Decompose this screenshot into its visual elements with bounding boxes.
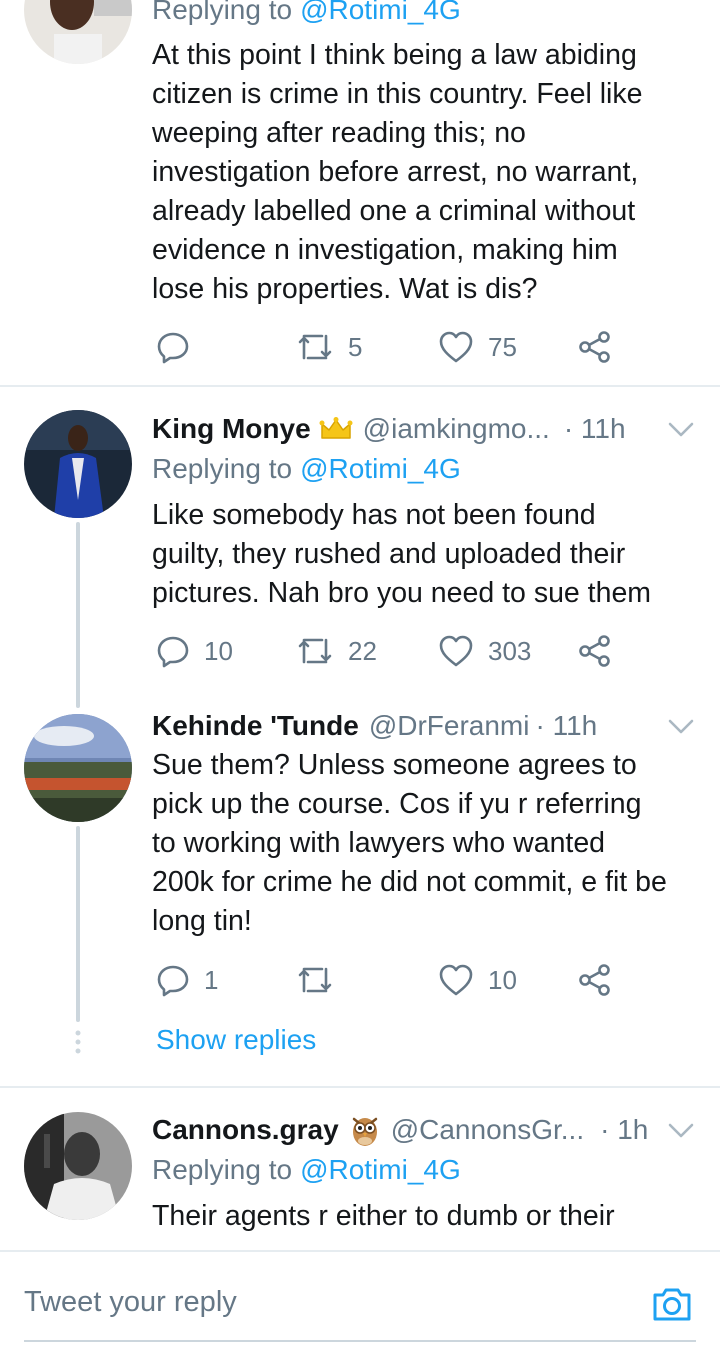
- share-button[interactable]: [578, 958, 626, 1002]
- thread-line: [76, 522, 80, 708]
- thread-line: [76, 826, 80, 1022]
- owl-icon: [351, 1113, 379, 1147]
- tweet-text: Sue them? Unless someone agrees to pick …: [152, 749, 667, 937]
- reply-icon: [157, 332, 189, 364]
- avatar[interactable]: [24, 1112, 132, 1220]
- mention-link[interactable]: @Rotimi_4G: [300, 1154, 461, 1185]
- replying-to: Replying to @Rotimi_4G: [152, 0, 461, 26]
- reply-count: 10: [204, 635, 233, 666]
- retweet-icon: [298, 967, 332, 993]
- tweet-text: Like somebody has not been found guilty,…: [152, 499, 652, 609]
- reply-count: 1: [204, 964, 219, 995]
- replying-to: Replying to @Rotimi_4G: [152, 453, 461, 485]
- timestamp: · 11h: [563, 413, 626, 444]
- tweet-text: Their agents r either to dumb or their: [152, 1200, 615, 1232]
- reply-button[interactable]: 10: [156, 629, 233, 673]
- retweet-button[interactable]: 5: [296, 325, 362, 369]
- reply-placeholder: Tweet your reply: [24, 1286, 237, 1318]
- share-icon: [579, 635, 610, 667]
- retweet-button[interactable]: [296, 958, 348, 1002]
- replying-label: Replying to: [152, 453, 293, 484]
- replying-label: Replying to: [152, 1154, 293, 1185]
- camera-icon[interactable]: [650, 1282, 694, 1326]
- divider: [0, 1086, 720, 1088]
- like-count: 10: [488, 964, 517, 995]
- reply-button[interactable]: 1: [156, 958, 218, 1002]
- share-button[interactable]: [578, 325, 626, 369]
- display-name[interactable]: King Monye: [152, 413, 311, 445]
- display-name[interactable]: Kehinde 'Tunde: [152, 710, 359, 742]
- like-button[interactable]: 10: [438, 958, 517, 1002]
- retweet-count: 22: [348, 635, 377, 666]
- mention-link[interactable]: @Rotimi_4G: [300, 0, 461, 25]
- show-replies-link[interactable]: Show replies: [156, 1024, 316, 1056]
- retweet-icon: [298, 638, 332, 664]
- reply-button[interactable]: [156, 325, 204, 369]
- tweet-actions: 10 22 303: [152, 629, 632, 673]
- retweet-icon: [298, 334, 332, 360]
- share-icon: [579, 964, 610, 996]
- avatar[interactable]: [24, 0, 132, 64]
- avatar[interactable]: [24, 410, 132, 518]
- like-count: 303: [488, 635, 532, 666]
- heart-icon: [439, 635, 473, 667]
- tweet-header: Kehinde 'Tunde @DrFeranmi · 11h: [152, 707, 597, 745]
- handle[interactable]: @DrFeranmi: [369, 710, 530, 742]
- timestamp: · 1h: [600, 1114, 649, 1145]
- replying-label: Replying to: [152, 0, 293, 25]
- chevron-down-icon[interactable]: [664, 711, 698, 741]
- like-button[interactable]: 303: [438, 629, 531, 673]
- share-button[interactable]: [578, 629, 626, 673]
- tweet-actions: 5 75: [152, 325, 632, 369]
- tweet-text: At this point I think being a law abidin…: [152, 39, 643, 305]
- chevron-down-icon[interactable]: [664, 1115, 698, 1145]
- mention-link[interactable]: @Rotimi_4G: [300, 453, 461, 484]
- handle[interactable]: @iamkingmo...: [363, 413, 550, 445]
- reply-icon: [157, 965, 189, 997]
- divider: [0, 385, 720, 387]
- heart-icon: [439, 331, 473, 363]
- chevron-down-icon[interactable]: [664, 414, 698, 444]
- tweet-header: King Monye @iamkingmo... · 11h: [152, 410, 626, 448]
- display-name[interactable]: Cannons.gray: [152, 1114, 339, 1146]
- handle[interactable]: @CannonsGr...: [391, 1114, 584, 1146]
- share-icon: [579, 331, 610, 363]
- like-count: 75: [488, 331, 517, 362]
- tweet-header: Cannons.gray @CannonsGr... · 1h: [152, 1111, 648, 1149]
- retweet-count: 5: [348, 331, 363, 362]
- more-replies-dots: [75, 1030, 81, 1054]
- retweet-button[interactable]: 22: [296, 629, 377, 673]
- heart-icon: [439, 964, 473, 996]
- timestamp: · 11h: [535, 710, 598, 741]
- reply-icon: [157, 636, 189, 668]
- like-button[interactable]: 75: [438, 325, 517, 369]
- tweet-actions: 1 10: [152, 958, 632, 1002]
- avatar[interactable]: [24, 714, 132, 822]
- replying-to: Replying to @Rotimi_4G: [152, 1154, 461, 1186]
- crown-icon: [319, 416, 353, 442]
